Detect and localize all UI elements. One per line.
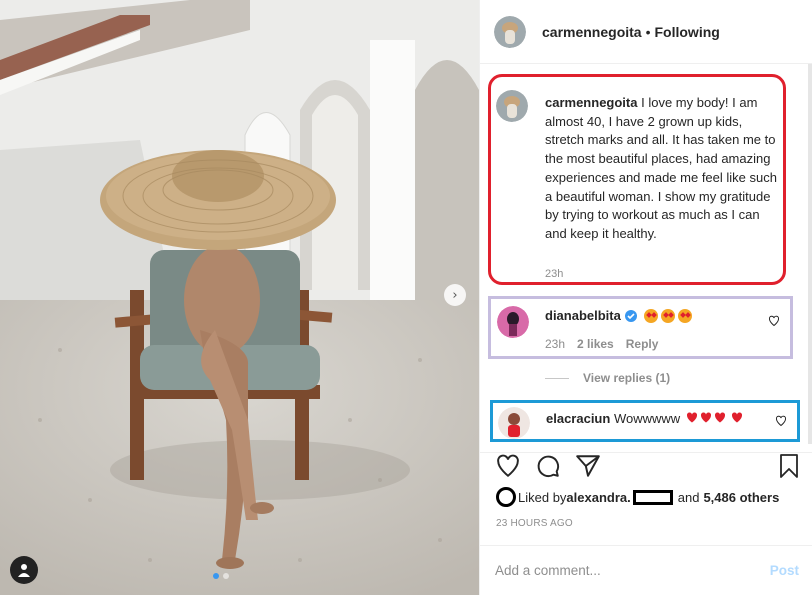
red-heart-emoji: [700, 412, 712, 423]
heart-icon[interactable]: [768, 315, 780, 327]
red-heart-emoji: [714, 412, 726, 423]
comment-meta: 23h 2 likes Reply: [545, 337, 658, 351]
comment-dianabelbita: dianabelbita 23h 2 likes Reply: [488, 296, 793, 359]
view-replies-button[interactable]: View replies (1): [545, 371, 670, 385]
instagram-post-view: › carmennegoita • Following carmennegoit…: [0, 0, 812, 595]
add-comment-bar: Add a comment... Post: [480, 545, 812, 595]
caption-avatar-image: [496, 90, 528, 122]
comment-avatar[interactable]: [497, 306, 529, 338]
comment-avatar[interactable]: [498, 407, 530, 439]
likes-summary: Liked by alexandra. and 5,486 others: [496, 487, 779, 507]
chevron-right-icon: ›: [452, 287, 458, 303]
caption-author[interactable]: carmennegoita: [545, 95, 637, 110]
share-icon[interactable]: [575, 453, 601, 479]
header-separator: •: [645, 23, 651, 40]
reply-button[interactable]: Reply: [626, 337, 659, 351]
post-time-ago[interactable]: 23 HOURS AGO: [496, 518, 573, 529]
comment-line: elacraciun Wowwwww: [546, 411, 746, 427]
add-comment-input[interactable]: Add a comment...: [495, 563, 601, 578]
caption-avatar[interactable]: [496, 90, 528, 122]
follow-status-button[interactable]: Following: [655, 24, 720, 40]
heart-icon[interactable]: [775, 415, 787, 427]
comment-elacraciun: elacraciun Wowwwww: [490, 400, 800, 442]
user-tag-button[interactable]: [10, 556, 38, 584]
carousel-dot: [223, 573, 229, 579]
view-replies-label: View replies (1): [583, 371, 671, 385]
caption-time[interactable]: 23h: [545, 268, 563, 280]
caption-body: I love my body! I am almost 40, I have 2…: [545, 95, 777, 241]
heart-eyes-emoji: [660, 308, 675, 323]
comments-scrollbar[interactable]: [808, 64, 812, 444]
like-heart-icon[interactable]: [495, 453, 521, 479]
post-side-panel: carmennegoita • Following carmennegoita …: [479, 0, 812, 595]
heart-eyes-emoji: [643, 308, 658, 323]
comment-avatar-image: [497, 306, 529, 338]
comment-time[interactable]: 23h: [545, 337, 565, 351]
comment-likes[interactable]: 2 likes: [577, 337, 614, 351]
heart-eyes-emoji: [677, 308, 692, 323]
comment-line: dianabelbita: [545, 308, 692, 323]
next-photo-button[interactable]: ›: [444, 284, 466, 306]
redaction-box: [632, 489, 673, 505]
replies-rule: [545, 377, 569, 379]
post-photo[interactable]: ›: [0, 0, 479, 595]
post-header: carmennegoita • Following: [480, 0, 812, 64]
likes-middle: and: [677, 489, 700, 505]
post-comment-button[interactable]: Post: [770, 563, 799, 578]
liker-username[interactable]: alexandra.: [566, 490, 630, 505]
comment-text: Wowwwww: [610, 411, 681, 426]
likes-prefix: Liked by: [518, 489, 567, 505]
red-heart-emoji: [731, 412, 743, 423]
comment-author[interactable]: dianabelbita: [545, 308, 621, 323]
red-heart-emoji: [686, 412, 698, 423]
action-bar: [480, 452, 812, 480]
comment-icon[interactable]: [535, 453, 561, 479]
liker-avatar[interactable]: [496, 487, 516, 507]
caption-text: carmennegoita I love my body! I am almos…: [545, 94, 781, 244]
photo-scene: [0, 0, 479, 595]
carousel-dots: [213, 573, 229, 579]
verified-icon: [624, 309, 637, 322]
user-tag-icon: [18, 564, 30, 577]
author-avatar[interactable]: [494, 15, 526, 48]
caption-block: carmennegoita I love my body! I am almos…: [488, 74, 786, 285]
author-avatar-image: [494, 15, 526, 48]
comment-avatar-image: [498, 407, 530, 439]
author-username[interactable]: carmennegoita: [542, 24, 642, 40]
comment-author[interactable]: elacraciun: [546, 411, 610, 426]
likes-count[interactable]: 5,486 others: [703, 490, 779, 505]
carousel-dot-active: [213, 573, 219, 579]
bookmark-icon[interactable]: [777, 453, 801, 479]
